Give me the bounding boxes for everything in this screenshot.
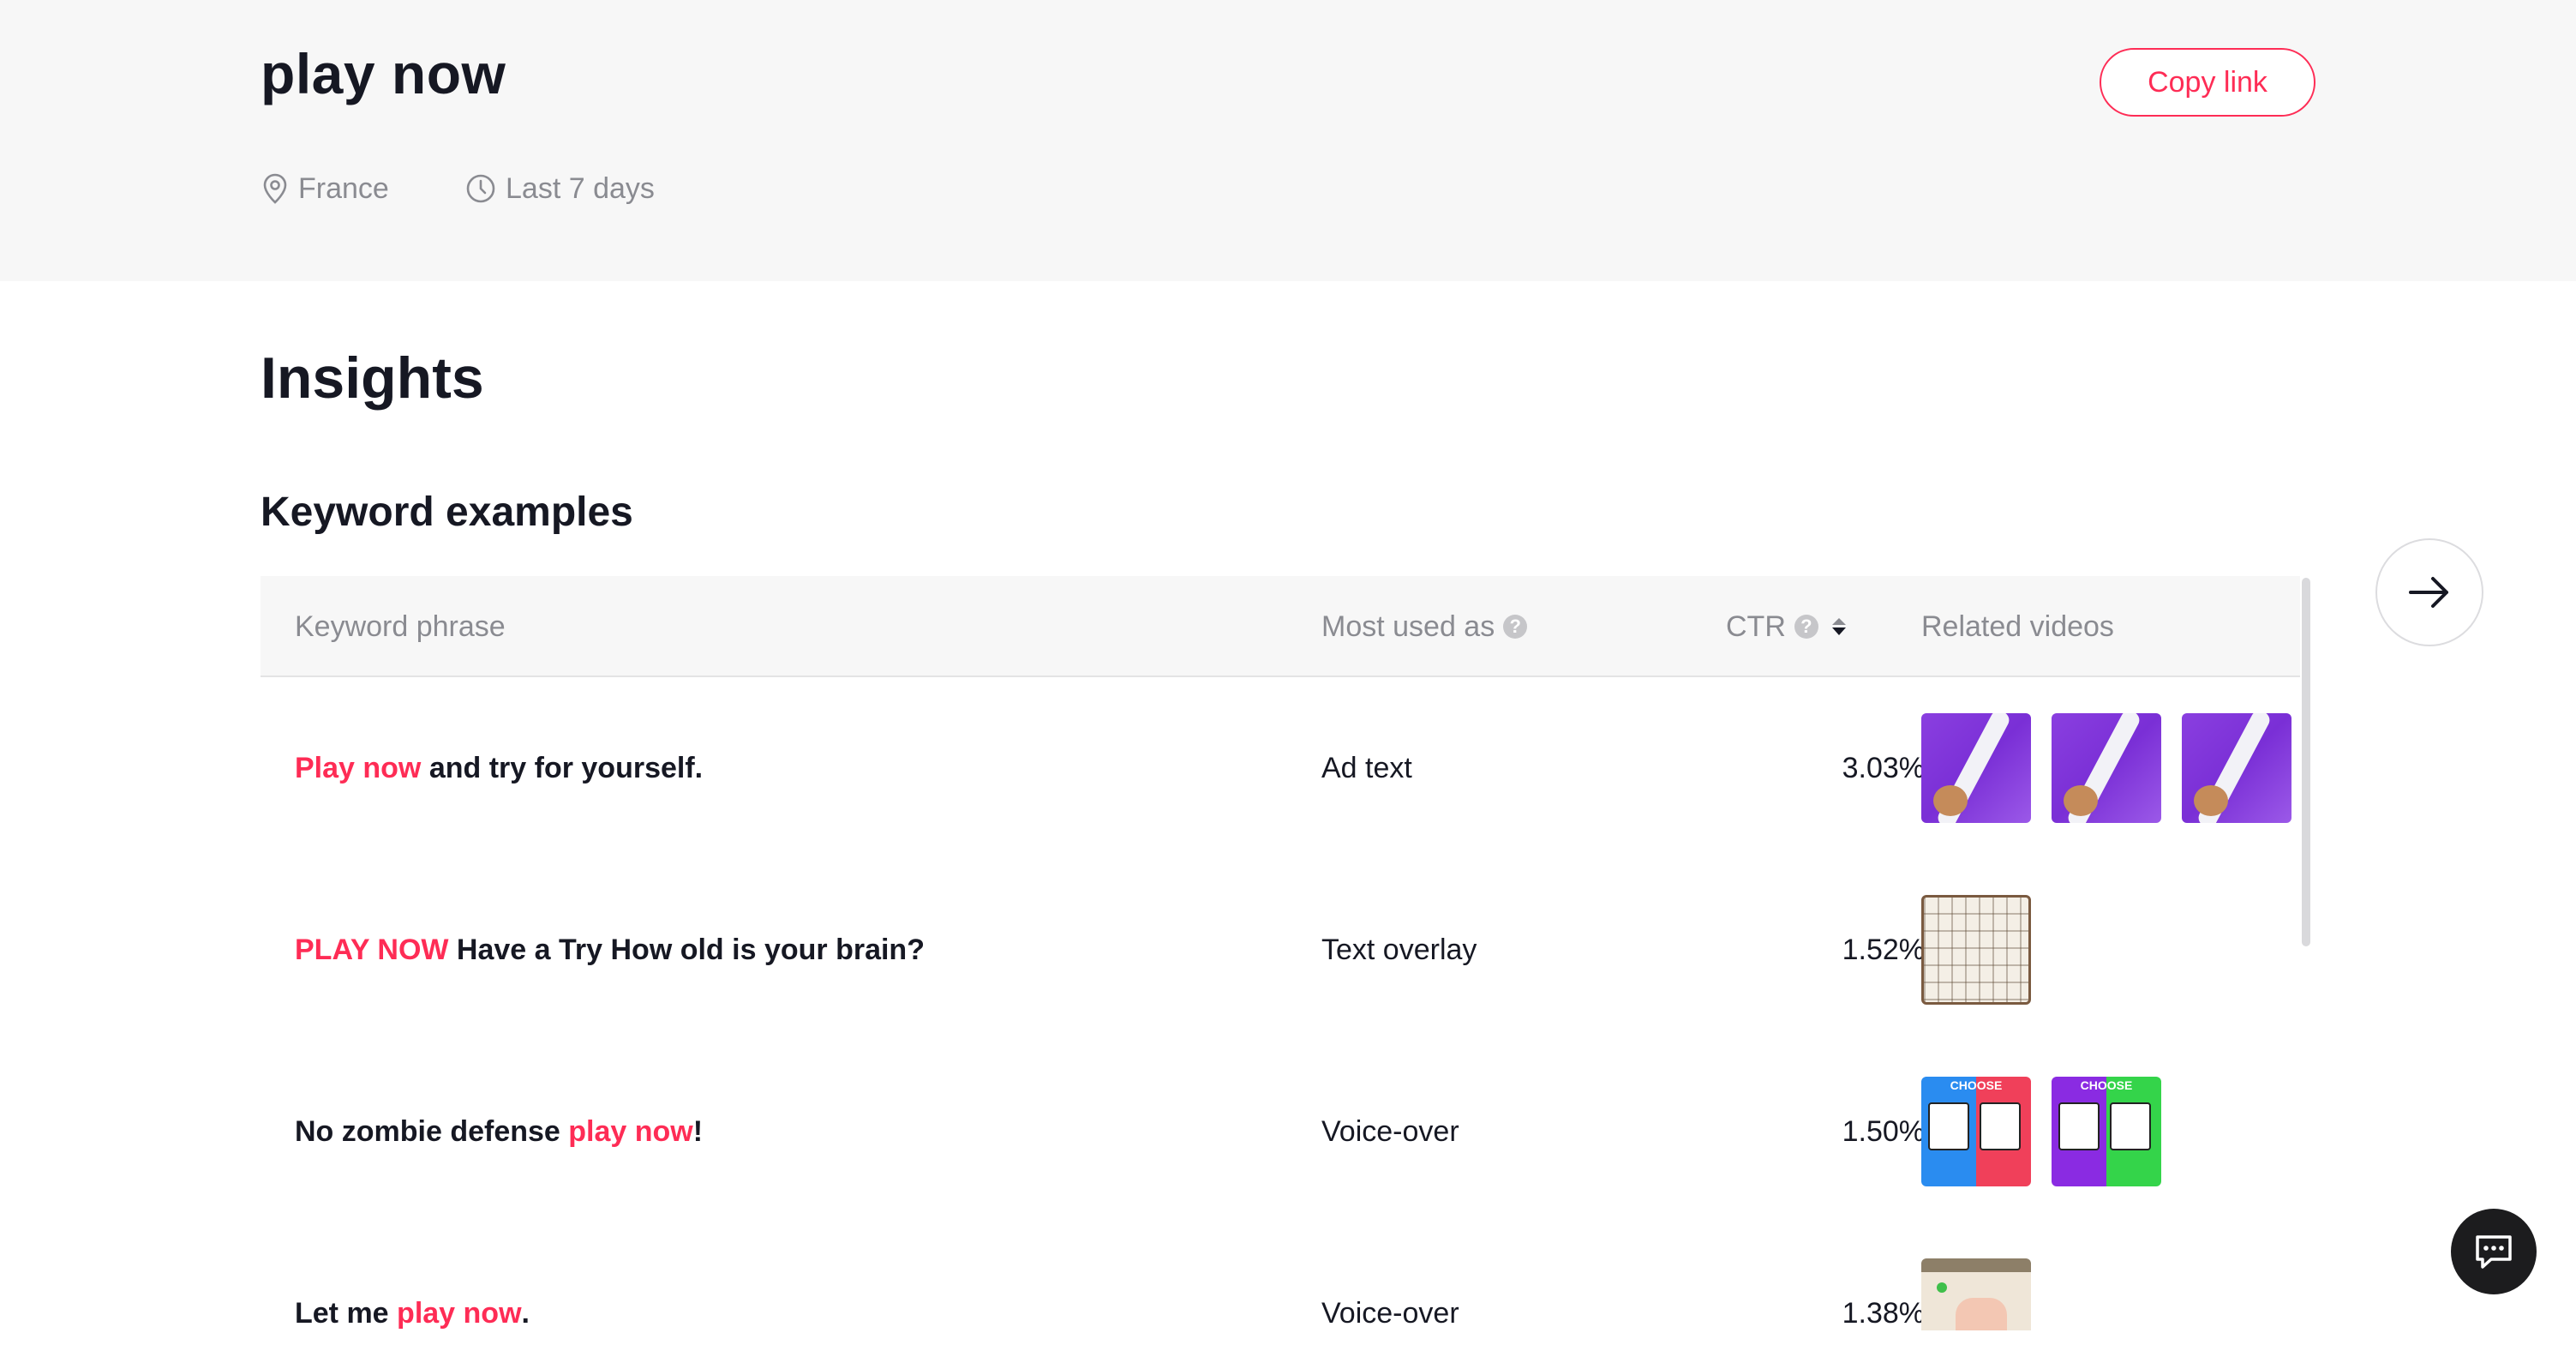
page-title: play now: [261, 42, 506, 105]
related-videos: [1921, 859, 2031, 1041]
most-used-as-value: Ad text: [1321, 751, 1412, 784]
related-videos: CHOOSE CHOOSE: [1921, 1041, 2161, 1222]
column-most-used-as-label: Most used as: [1321, 609, 1495, 643]
keyword-phrase: Play now and try for yourself.: [295, 677, 703, 859]
next-arrow-button[interactable]: [2375, 538, 2483, 646]
location-label: France: [298, 171, 389, 205]
phrase-text: !: [692, 1114, 704, 1148]
report-header: play now Copy link France Last 7 days: [0, 0, 2576, 281]
phrase-text: No zombie defense: [295, 1114, 569, 1148]
keyword-highlight: play now: [568, 1114, 693, 1148]
video-thumbnail[interactable]: [2052, 713, 2161, 823]
period-label: Last 7 days: [506, 171, 655, 205]
keyword-highlight: Play now: [295, 751, 422, 784]
chat-support-button[interactable]: [2451, 1209, 2537, 1294]
video-thumbnail[interactable]: CHOOSE: [2052, 1077, 2161, 1186]
video-thumbnail[interactable]: [2182, 713, 2291, 823]
keyword-phrase: No zombie defense play now !: [295, 1041, 703, 1222]
keyword-examples-heading: Keyword examples: [261, 489, 633, 535]
related-videos: [1921, 1222, 2031, 1330]
thumbnail-label: CHOOSE: [2080, 1078, 2133, 1092]
column-related-videos: Related videos: [1921, 609, 2114, 643]
table-row: PLAY NOW Have a Try How old is your brai…: [261, 859, 2300, 1041]
keyword-highlight: play now: [397, 1296, 522, 1330]
table-header: Keyword phrase Most used as ? CTR ? Rela…: [261, 576, 2300, 677]
thumbnail-label: CHOOSE: [1950, 1078, 2003, 1092]
keyword-table: Keyword phrase Most used as ? CTR ? Rela…: [261, 576, 2310, 1330]
copy-link-button[interactable]: Copy link: [2100, 48, 2315, 117]
phrase-text: .: [521, 1296, 530, 1330]
most-used-as-value: Voice-over: [1321, 1296, 1459, 1330]
help-icon[interactable]: ?: [1794, 615, 1818, 639]
phrase-text: Let me: [295, 1296, 398, 1330]
keyword-highlight: PLAY NOW: [295, 933, 449, 966]
video-thumbnail[interactable]: CHOOSE: [1921, 1077, 2031, 1186]
table-scrollbar[interactable]: [2302, 578, 2310, 946]
video-thumbnail[interactable]: [1921, 1258, 2031, 1330]
period-filter: Last 7 days: [464, 170, 655, 207]
column-most-used-as: Most used as ?: [1321, 576, 1528, 677]
most-used-as-value: Text overlay: [1321, 933, 1477, 966]
video-thumbnail[interactable]: [1921, 713, 2031, 823]
insights-heading: Insights: [261, 345, 484, 411]
phrase-text: Have a Try How old is your brain?: [448, 933, 925, 966]
sort-icon[interactable]: [1831, 618, 1846, 635]
clock-icon: [466, 174, 495, 203]
column-ctr[interactable]: CTR ?: [1726, 576, 1846, 677]
keyword-phrase: PLAY NOW Have a Try How old is your brai…: [295, 859, 925, 1041]
table-row: Play now and try for yourself. Ad text 3…: [261, 677, 2300, 859]
column-ctr-label: CTR: [1726, 609, 1786, 643]
most-used-as-value: Voice-over: [1321, 1114, 1459, 1148]
keyword-phrase: Let me play now .: [295, 1222, 530, 1330]
video-thumbnail[interactable]: [1921, 895, 2031, 1005]
location-filter: France: [261, 170, 389, 207]
help-icon[interactable]: ?: [1503, 615, 1528, 639]
arrow-right-icon: [2409, 577, 2448, 608]
table-row: Let me play now . Voice-over 1.38%: [261, 1222, 2300, 1330]
location-pin-icon: [263, 173, 287, 204]
column-keyword-phrase: Keyword phrase: [295, 609, 506, 643]
phrase-text: and try for yourself.: [421, 751, 704, 784]
table-row: No zombie defense play now ! Voice-over …: [261, 1041, 2300, 1222]
related-videos: [1921, 677, 2291, 859]
chat-icon: [2476, 1235, 2512, 1269]
